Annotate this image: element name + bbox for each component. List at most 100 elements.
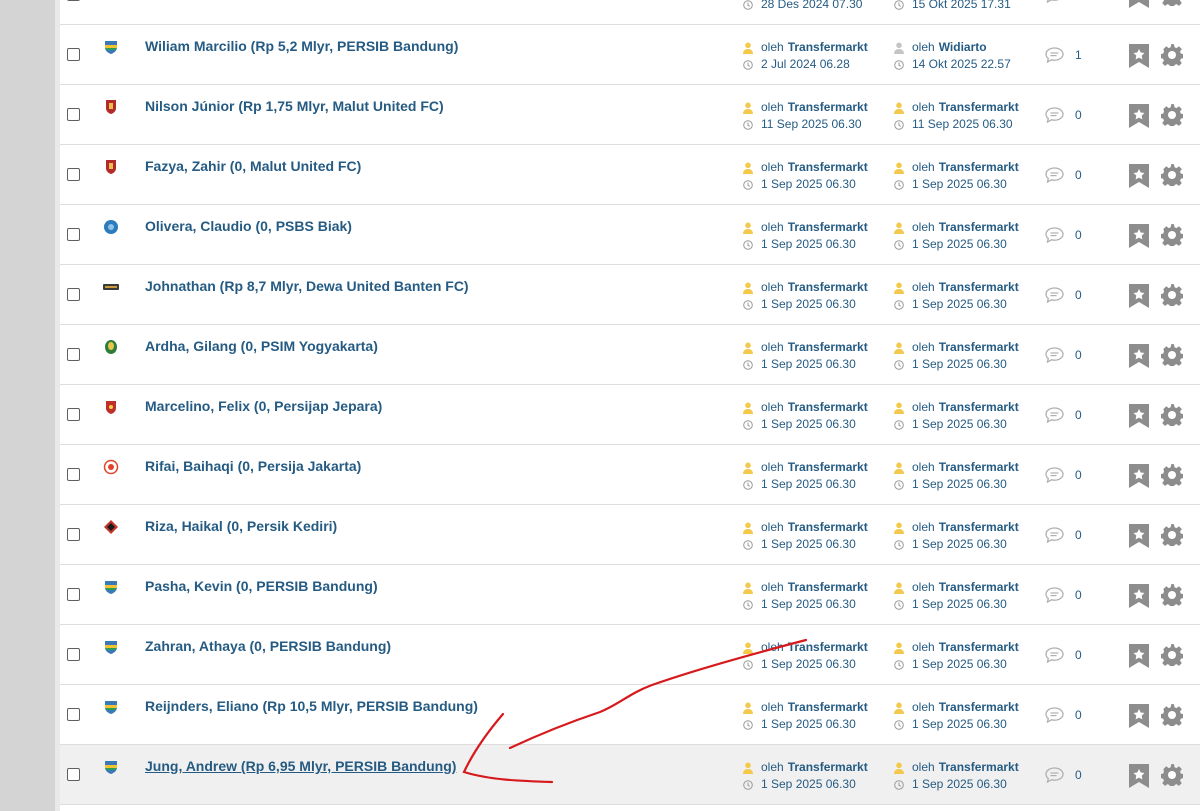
last-poster-link[interactable]: Transfermarkt (939, 639, 1019, 656)
gear-icon[interactable] (1160, 344, 1184, 368)
starter-author-link[interactable]: Transfermarkt (788, 219, 868, 236)
last-poster-link[interactable]: Transfermarkt (939, 399, 1019, 416)
bookmark-icon[interactable] (1129, 104, 1149, 128)
starter-author-link[interactable]: Transfermarkt (788, 519, 868, 536)
topic-row[interactable]: Olivera, Claudio (0, PSBS Biak) oleh Trans… (60, 205, 1200, 265)
bookmark-icon[interactable] (1129, 0, 1149, 8)
last-post-date[interactable]: 15 Okt 2025 17.31 (912, 0, 1011, 13)
row-checkbox[interactable] (67, 588, 80, 601)
topic-row[interactable]: Wiliam Marcilio (Rp 5,2 Mlyr, PERSIB Ban… (60, 25, 1200, 85)
gear-icon[interactable] (1160, 404, 1184, 428)
starter-author-link[interactable]: Transfermarkt (788, 159, 868, 176)
topic-row[interactable]: oleh28 Des 2024 07.30oleh15 Okt 2025 17.… (60, 0, 1200, 25)
topic-title-link[interactable]: Nilson Júnior (Rp 1,75 Mlyr, Malut Unite… (145, 98, 444, 114)
gear-icon[interactable] (1160, 464, 1184, 488)
bookmark-icon[interactable] (1129, 344, 1149, 368)
row-checkbox[interactable] (67, 648, 80, 661)
starter-author-link[interactable]: Transfermarkt (788, 639, 868, 656)
bookmark-icon[interactable] (1129, 644, 1149, 668)
row-checkbox[interactable] (67, 768, 80, 781)
last-poster-link[interactable]: Transfermarkt (939, 339, 1019, 356)
last-poster-link[interactable]: Transfermarkt (939, 219, 1019, 236)
topic-title-link[interactable]: Ardha, Gilang (0, PSIM Yogyakarta) (145, 338, 378, 354)
topic-row[interactable]: Ardha, Gilang (0, PSIM Yogyakarta) oleh Tr… (60, 325, 1200, 385)
starter-author-link[interactable]: Transfermarkt (788, 579, 868, 596)
row-checkbox[interactable] (67, 468, 80, 481)
gear-icon[interactable] (1160, 764, 1184, 788)
last-post-date[interactable]: 1 Sep 2025 06.30 (912, 296, 1007, 313)
topic-row[interactable]: Reijnders, Eliano (Rp 10,5 Mlyr, PERSIB … (60, 685, 1200, 745)
gear-icon[interactable] (1160, 104, 1184, 128)
last-post-date[interactable]: 1 Sep 2025 06.30 (912, 476, 1007, 493)
row-checkbox[interactable] (67, 288, 80, 301)
bookmark-icon[interactable] (1129, 404, 1149, 428)
row-checkbox[interactable] (67, 348, 80, 361)
last-poster-link[interactable]: Transfermarkt (939, 99, 1019, 116)
topic-title-link[interactable]: Riza, Haikal (0, Persik Kediri) (145, 518, 337, 534)
topic-title-link[interactable]: Marcelino, Felix (0, Persijap Jepara) (145, 398, 382, 414)
last-post-date[interactable]: 1 Sep 2025 06.30 (912, 536, 1007, 553)
topic-title-link[interactable]: Reijnders, Eliano (Rp 10,5 Mlyr, PERSIB … (145, 698, 478, 714)
bookmark-icon[interactable] (1129, 764, 1149, 788)
topic-row[interactable]: Zahran, Athaya (0, PERSIB Bandung) oleh Tr… (60, 625, 1200, 685)
topic-row[interactable]: Johnathan (Rp 8,7 Mlyr, Dewa United Bant… (60, 265, 1200, 325)
topic-row[interactable]: Fazya, Zahir (0, Malut United FC) oleh Tra… (60, 145, 1200, 205)
topic-title-link[interactable]: Fazya, Zahir (0, Malut United FC) (145, 158, 361, 174)
topic-row[interactable]: Pasha, Kevin (0, PERSIB Bandung) oleh Tran… (60, 565, 1200, 625)
last-poster-link[interactable]: Transfermarkt (939, 699, 1019, 716)
last-post-date[interactable]: 14 Okt 2025 22.57 (912, 56, 1011, 73)
bookmark-icon[interactable] (1129, 584, 1149, 608)
bookmark-icon[interactable] (1129, 524, 1149, 548)
gear-icon[interactable] (1160, 44, 1184, 68)
last-poster-link[interactable]: Transfermarkt (939, 579, 1019, 596)
bookmark-icon[interactable] (1129, 44, 1149, 68)
last-poster-link[interactable]: Transfermarkt (939, 159, 1019, 176)
gear-icon[interactable] (1160, 164, 1184, 188)
topic-row[interactable]: Rifai, Baihaqi (0, Persija Jakarta) oleh T… (60, 445, 1200, 505)
starter-author-link[interactable]: Transfermarkt (788, 39, 868, 56)
last-post-date[interactable]: 1 Sep 2025 06.30 (912, 716, 1007, 733)
gear-icon[interactable] (1160, 704, 1184, 728)
row-checkbox[interactable] (67, 228, 80, 241)
topic-title-link[interactable]: Zahran, Athaya (0, PERSIB Bandung) (145, 638, 391, 654)
last-post-date[interactable]: 1 Sep 2025 06.30 (912, 356, 1007, 373)
last-post-date[interactable]: 1 Sep 2025 06.30 (912, 236, 1007, 253)
last-post-date[interactable]: 1 Sep 2025 06.30 (912, 416, 1007, 433)
row-checkbox[interactable] (67, 108, 80, 121)
row-checkbox[interactable] (67, 408, 80, 421)
starter-author-link[interactable]: Transfermarkt (788, 699, 868, 716)
bookmark-icon[interactable] (1129, 164, 1149, 188)
topic-title-link[interactable]: Jung, Andrew (Rp 6,95 Mlyr, PERSIB Bandu… (145, 758, 456, 774)
bookmark-icon[interactable] (1129, 704, 1149, 728)
topic-title-link[interactable]: Olivera, Claudio (0, PSBS Biak) (145, 218, 352, 234)
topic-title-link[interactable]: Rifai, Baihaqi (0, Persija Jakarta) (145, 458, 361, 474)
last-poster-link[interactable]: Transfermarkt (939, 519, 1019, 536)
row-checkbox[interactable] (67, 0, 80, 1)
bookmark-icon[interactable] (1129, 224, 1149, 248)
starter-author-link[interactable]: Transfermarkt (788, 279, 868, 296)
row-checkbox[interactable] (67, 168, 80, 181)
gear-icon[interactable] (1160, 584, 1184, 608)
topic-row[interactable]: Jung, Andrew (Rp 6,95 Mlyr, PERSIB Bandu… (60, 745, 1200, 805)
starter-author-link[interactable]: Transfermarkt (788, 399, 868, 416)
row-checkbox[interactable] (67, 528, 80, 541)
last-post-date[interactable]: 1 Sep 2025 06.30 (912, 776, 1007, 793)
starter-author-link[interactable]: Transfermarkt (788, 99, 868, 116)
gear-icon[interactable] (1160, 644, 1184, 668)
last-poster-link[interactable]: Widiarto (939, 39, 987, 56)
row-checkbox[interactable] (67, 48, 80, 61)
last-post-date[interactable]: 1 Sep 2025 06.30 (912, 596, 1007, 613)
last-post-date[interactable]: 11 Sep 2025 06.30 (912, 116, 1013, 133)
topic-title-link[interactable]: Wiliam Marcilio (Rp 5,2 Mlyr, PERSIB Ban… (145, 38, 458, 54)
topic-row[interactable]: Marcelino, Felix (0, Persijap Jepara) ole… (60, 385, 1200, 445)
bookmark-icon[interactable] (1129, 284, 1149, 308)
last-poster-link[interactable]: Transfermarkt (939, 279, 1019, 296)
topic-row[interactable]: Riza, Haikal (0, Persik Kediri) oleh Trans… (60, 505, 1200, 565)
starter-author-link[interactable]: Transfermarkt (788, 339, 868, 356)
gear-icon[interactable] (1161, 0, 1183, 8)
gear-icon[interactable] (1160, 524, 1184, 548)
bookmark-icon[interactable] (1129, 464, 1149, 488)
row-checkbox[interactable] (67, 708, 80, 721)
topic-title-link[interactable]: Johnathan (Rp 8,7 Mlyr, Dewa United Bant… (145, 278, 469, 294)
starter-author-link[interactable]: Transfermarkt (788, 759, 868, 776)
